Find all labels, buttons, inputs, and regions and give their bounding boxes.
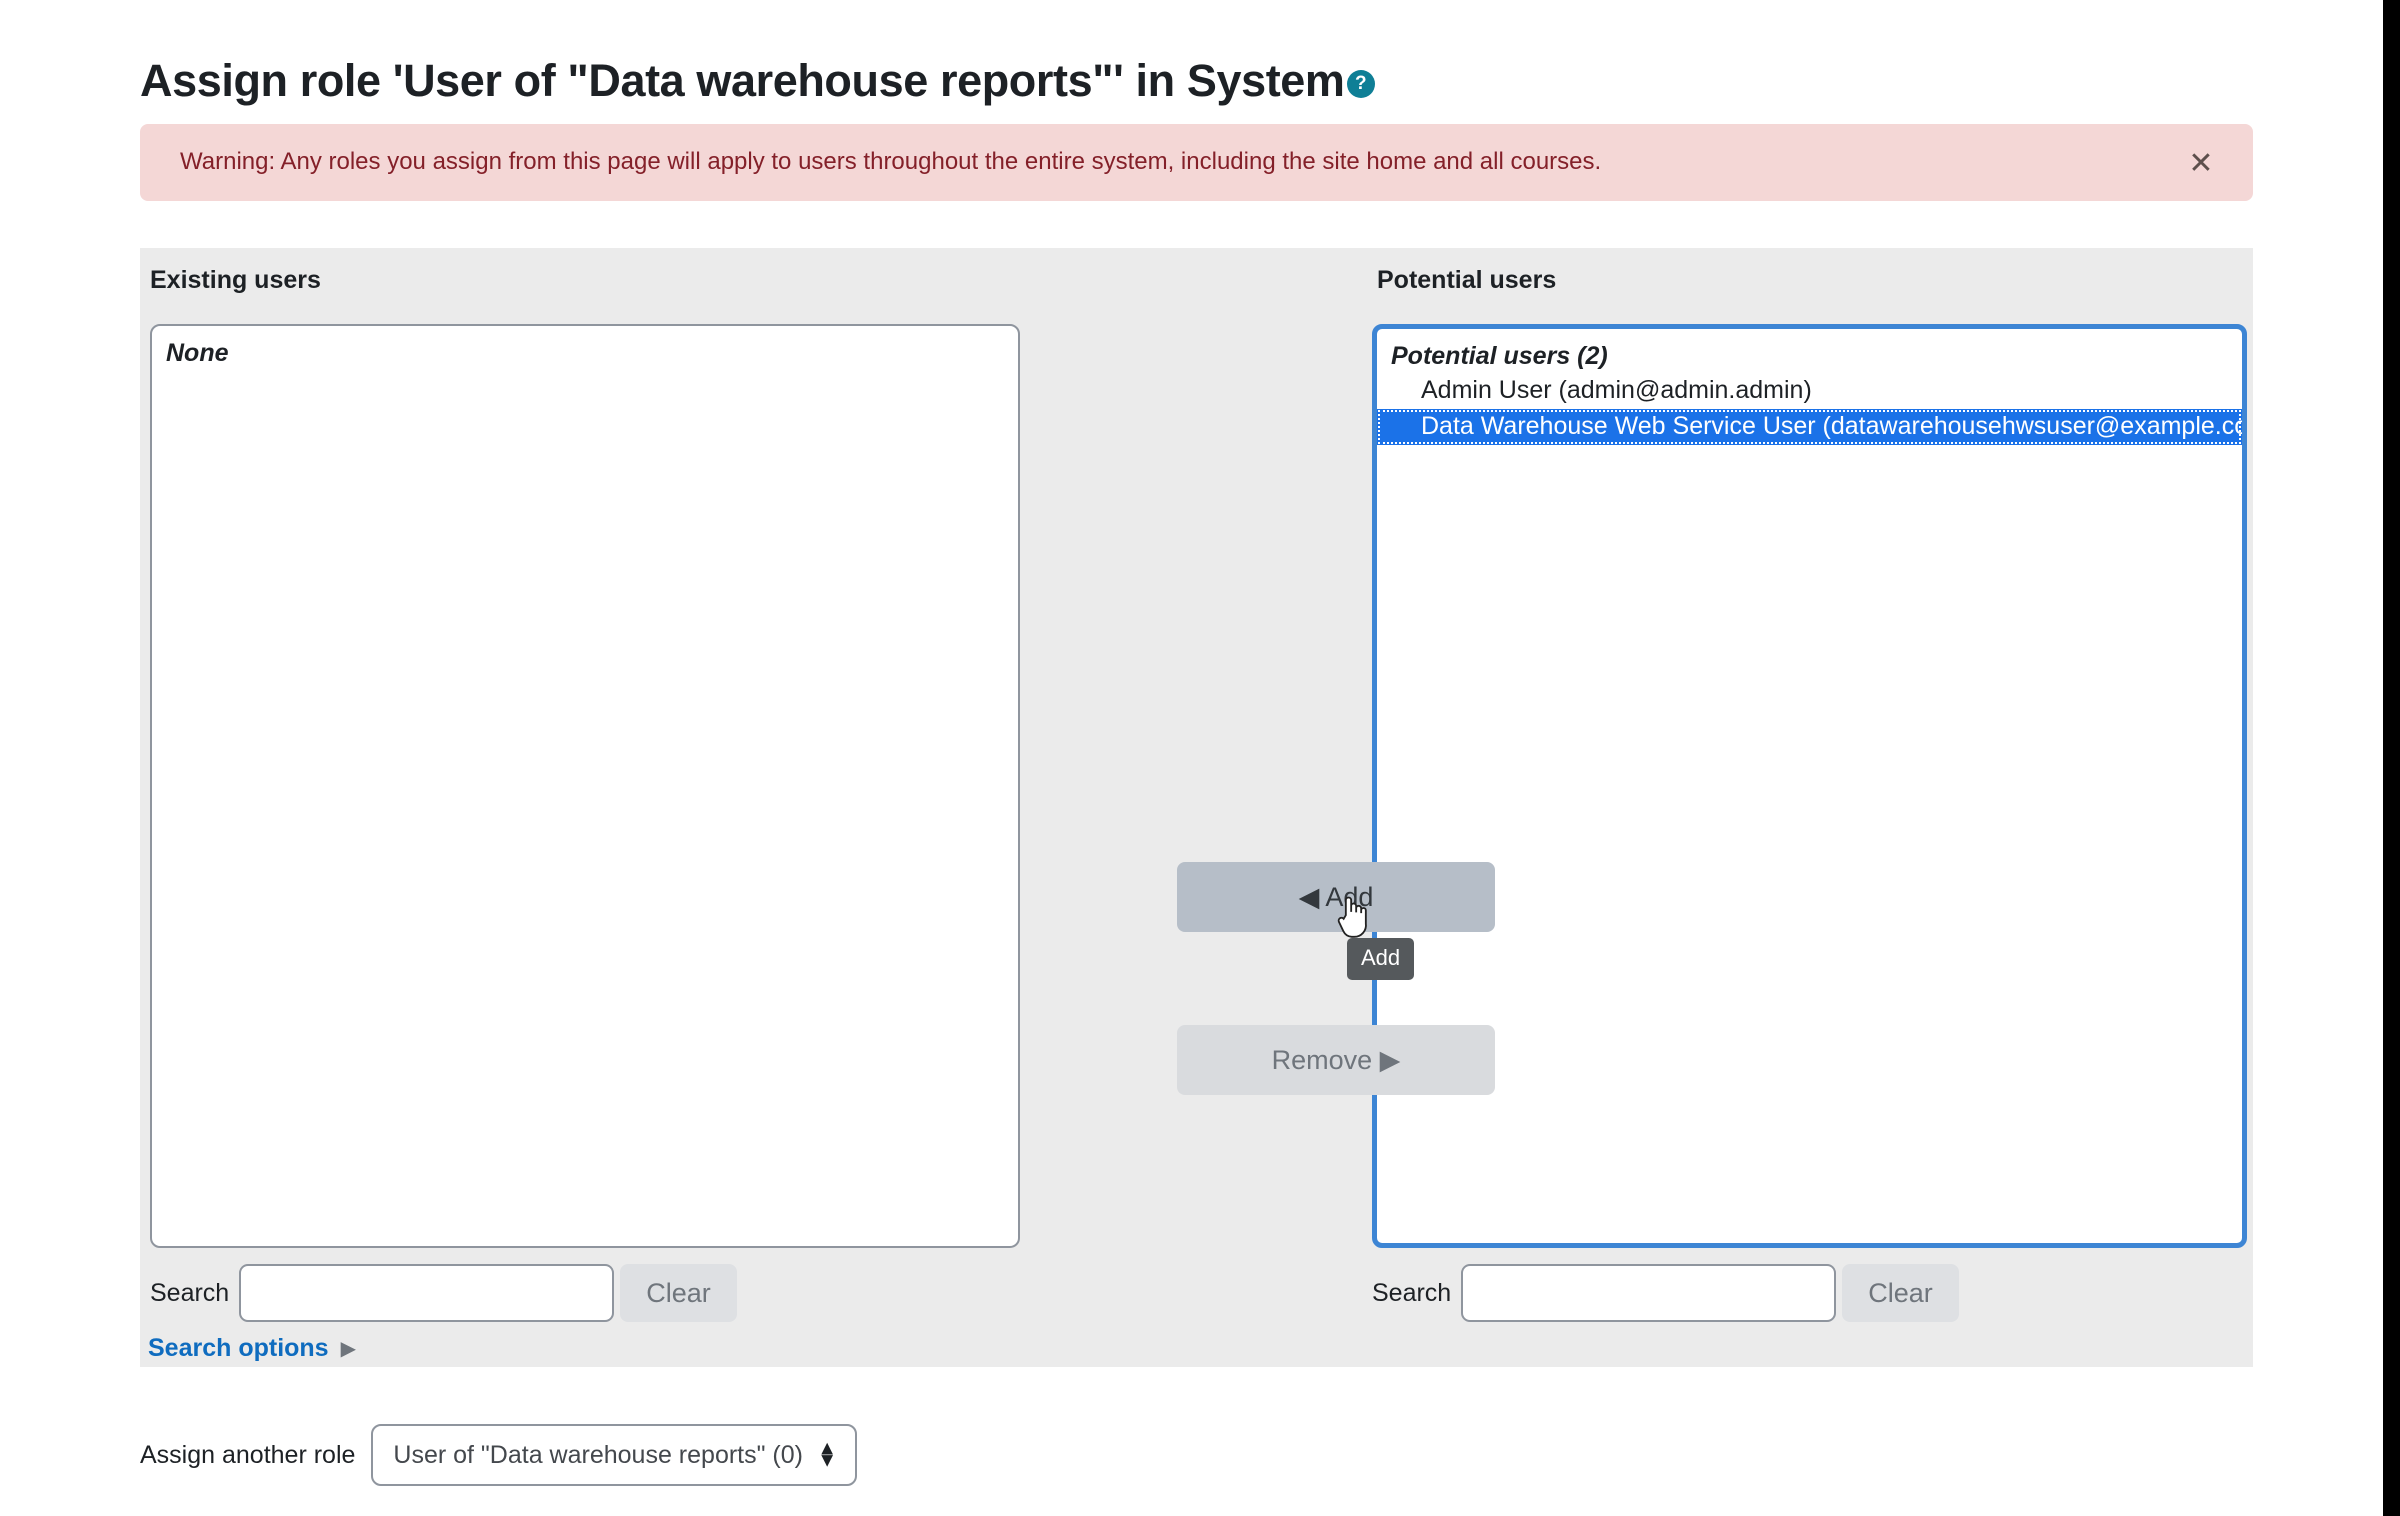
clear-button[interactable]: Clear — [1842, 1264, 1959, 1322]
search-options-toggle[interactable]: Search options ▶ — [148, 1334, 356, 1363]
potential-users-listbox[interactable]: Potential users (2) Admin User (admin@ad… — [1372, 324, 2247, 1248]
search-input[interactable] — [239, 1264, 614, 1322]
existing-users-listbox[interactable]: None — [150, 324, 1020, 1248]
assign-another-role-select[interactable]: User of "Data warehouse reports" (0) ▲ ▼ — [371, 1424, 857, 1486]
assign-another-role-label: Assign another role — [140, 1441, 355, 1470]
chevron-down-icon: ▼ — [817, 1455, 837, 1467]
remove-button[interactable]: Remove ▶ — [1177, 1025, 1495, 1095]
search-label: Search — [1372, 1279, 1451, 1308]
page-root: Assign role 'User of "Data warehouse rep… — [0, 0, 2383, 1516]
assign-another-role-value: User of "Data warehouse reports" (0) — [393, 1441, 803, 1470]
warning-alert: Warning: Any roles you assign from this … — [140, 124, 2253, 201]
page-title: Assign role 'User of "Data warehouse rep… — [140, 56, 1375, 106]
user-selector-panel: Existing users Potential users None Pote… — [140, 248, 2253, 1367]
search-label: Search — [150, 1279, 229, 1308]
search-input[interactable] — [1461, 1264, 1836, 1322]
chevron-right-icon: ▶ — [341, 1336, 356, 1361]
right-edge-band — [2383, 0, 2400, 1516]
stepper-arrows-icon: ▲ ▼ — [817, 1443, 837, 1468]
existing-users-search-row: Search Clear — [150, 1262, 737, 1324]
list-item[interactable]: Admin User (admin@admin.admin) — [1377, 373, 2242, 409]
list-item[interactable]: Data Warehouse Web Service User (datawar… — [1377, 409, 2242, 445]
clear-button[interactable]: Clear — [620, 1264, 737, 1322]
potential-users-search-row: Search Clear — [1372, 1262, 1959, 1324]
help-icon[interactable]: ? — [1347, 70, 1375, 98]
existing-users-heading: Existing users — [150, 266, 321, 295]
add-button-tooltip: Add — [1347, 938, 1414, 980]
warning-alert-message: Warning: Any roles you assign from this … — [180, 148, 1601, 176]
existing-users-empty-label: None — [152, 326, 1018, 370]
potential-users-optgroup-label: Potential users (2) — [1377, 329, 2242, 373]
page-title-text: Assign role 'User of "Data warehouse rep… — [140, 56, 1345, 106]
potential-users-heading: Potential users — [1377, 266, 1556, 295]
search-options-label: Search options — [148, 1334, 329, 1363]
add-button[interactable]: ◀ Add — [1177, 862, 1495, 932]
close-icon[interactable]: ✕ — [2179, 142, 2223, 186]
assign-another-role-row: Assign another role User of "Data wareho… — [140, 1424, 857, 1486]
